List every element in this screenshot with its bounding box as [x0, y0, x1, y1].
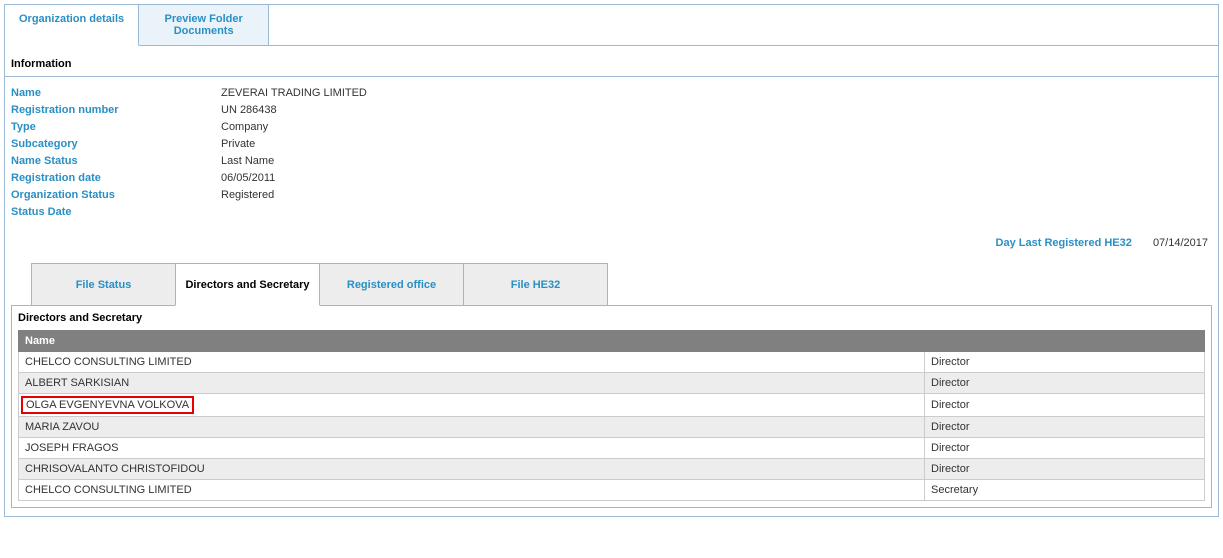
tab-content: Information Name ZEVERAI TRADING LIMITED… [5, 46, 1218, 508]
subtab-file-he32[interactable]: File HE32 [463, 263, 608, 305]
cell-role: Director [925, 417, 1205, 438]
cell-role: Director [925, 352, 1205, 373]
label-registration-date: Registration date [11, 170, 221, 187]
row-subcategory: Subcategory Private [11, 136, 1212, 153]
table-row: MARIA ZAVOUDirector [19, 417, 1205, 438]
label-organization-status: Organization Status [11, 187, 221, 204]
cell-role: Director [925, 373, 1205, 394]
value-name: ZEVERAI TRADING LIMITED [221, 85, 367, 102]
row-name: Name ZEVERAI TRADING LIMITED [11, 85, 1212, 102]
row-organization-status: Organization Status Registered [11, 187, 1212, 204]
row-status-date: Status Date [11, 204, 1212, 221]
label-name: Name [11, 85, 221, 102]
row-type: Type Company [11, 119, 1212, 136]
cell-role: Director [925, 459, 1205, 480]
cell-name: CHRISOVALANTO CHRISTOFIDOU [19, 459, 925, 480]
table-header-row: Name [19, 331, 1205, 352]
row-name-status: Name Status Last Name [11, 153, 1212, 170]
value-registration-date: 06/05/2011 [221, 170, 275, 187]
label-status-date: Status Date [11, 204, 221, 221]
directors-heading: Directors and Secretary [12, 306, 1211, 330]
directors-table: Name CHELCO CONSULTING LIMITEDDirectorAL… [18, 330, 1205, 501]
cell-name: ALBERT SARKISIAN [19, 373, 925, 394]
table-row: ALBERT SARKISIANDirector [19, 373, 1205, 394]
directors-table-wrap: Name CHELCO CONSULTING LIMITEDDirectorAL… [12, 330, 1211, 507]
value-registration-number: UN 286438 [221, 102, 277, 119]
label-type: Type [11, 119, 221, 136]
information-grid: Name ZEVERAI TRADING LIMITED Registratio… [5, 77, 1218, 227]
label-registration-number: Registration number [11, 102, 221, 119]
table-row: JOSEPH FRAGOSDirector [19, 438, 1205, 459]
table-row: CHELCO CONSULTING LIMITEDSecretary [19, 480, 1205, 501]
col-header-role [925, 331, 1205, 352]
sub-tabs: File Status Directors and Secretary Regi… [31, 263, 1212, 306]
value-name-status: Last Name [221, 153, 274, 170]
sub-tabs-wrap: File Status Directors and Secretary Regi… [5, 263, 1218, 306]
highlighted-name: OLGA EVGENYEVNA VOLKOVA [21, 396, 194, 414]
label-day-last-registered: Day Last Registered HE32 [996, 237, 1132, 249]
value-type: Company [221, 119, 268, 136]
col-header-name: Name [19, 331, 925, 352]
day-last-registered: Day Last Registered HE32 07/14/2017 [5, 227, 1218, 263]
value-organization-status: Registered [221, 187, 274, 204]
table-row: CHRISOVALANTO CHRISTOFIDOUDirector [19, 459, 1205, 480]
subtab-directors-secretary[interactable]: Directors and Secretary [175, 263, 320, 306]
subtab-file-status[interactable]: File Status [31, 263, 176, 305]
value-subcategory: Private [221, 136, 255, 153]
cell-role: Director [925, 394, 1205, 417]
top-tabs: Organization details Preview Folder Docu… [5, 5, 1218, 46]
table-row: CHELCO CONSULTING LIMITEDDirector [19, 352, 1205, 373]
cell-role: Director [925, 438, 1205, 459]
directors-section: Directors and Secretary Name CHELCO CONS… [11, 305, 1212, 508]
cell-name: JOSEPH FRAGOS [19, 438, 925, 459]
label-subcategory: Subcategory [11, 136, 221, 153]
tab-preview-folder-documents[interactable]: Preview Folder Documents [139, 5, 269, 46]
cell-role: Secretary [925, 480, 1205, 501]
cell-name: MARIA ZAVOU [19, 417, 925, 438]
label-name-status: Name Status [11, 153, 221, 170]
tab-organization-details[interactable]: Organization details [5, 5, 139, 46]
organization-panel: Organization details Preview Folder Docu… [4, 4, 1219, 517]
cell-name: CHELCO CONSULTING LIMITED [19, 480, 925, 501]
table-row: OLGA EVGENYEVNA VOLKOVA Director [19, 394, 1205, 417]
cell-name: OLGA EVGENYEVNA VOLKOVA [19, 394, 925, 417]
row-registration-number: Registration number UN 286438 [11, 102, 1212, 119]
cell-name: CHELCO CONSULTING LIMITED [19, 352, 925, 373]
row-registration-date: Registration date 06/05/2011 [11, 170, 1212, 187]
value-day-last-registered: 07/14/2017 [1153, 237, 1208, 249]
information-heading: Information [5, 46, 1218, 77]
subtab-registered-office[interactable]: Registered office [319, 263, 464, 305]
